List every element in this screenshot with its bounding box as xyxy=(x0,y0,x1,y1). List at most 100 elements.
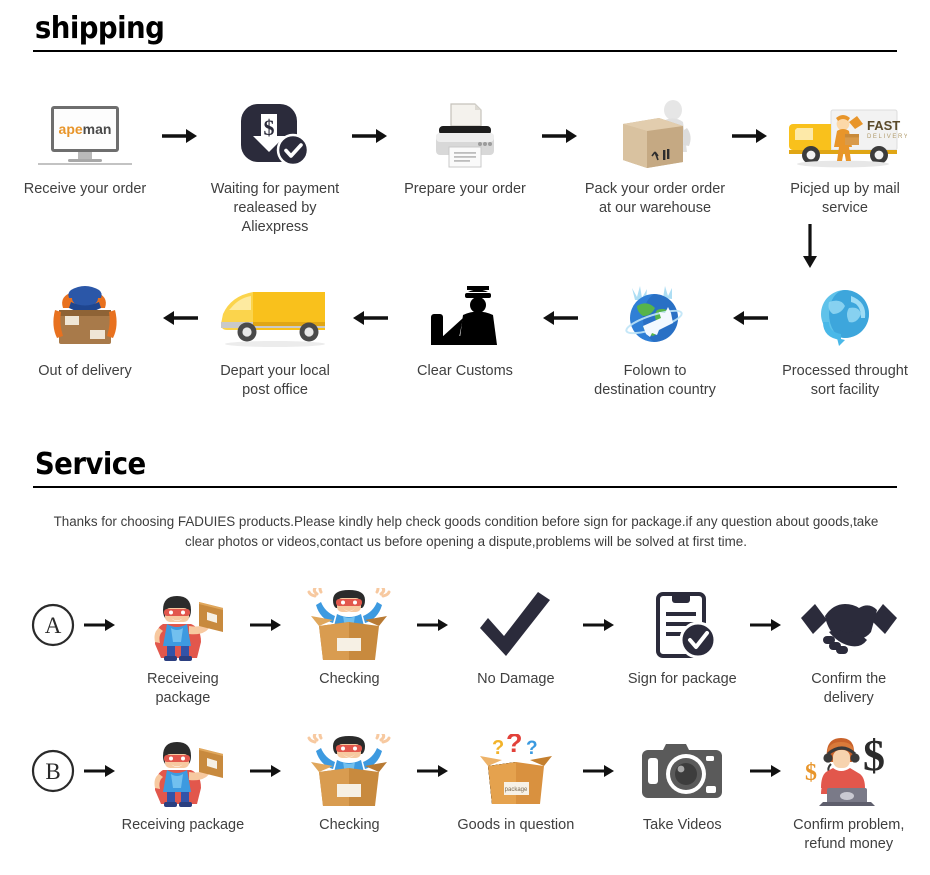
service-paragraph: Thanks for choosing FADUIES products.Ple… xyxy=(53,514,879,550)
svg-text:?: ? xyxy=(492,737,504,759)
marker-letter: B xyxy=(45,759,60,784)
arrow-right-icon xyxy=(246,588,286,662)
shipping-step-flown-destination: Folown to destination country xyxy=(582,282,728,400)
arrow-right-icon xyxy=(579,734,619,808)
courier-carrying-box-icon xyxy=(41,282,129,354)
svg-text:$: $ xyxy=(264,115,275,140)
arrow-right-icon xyxy=(348,100,392,172)
step-label: Picjed up by mail service xyxy=(790,181,900,217)
infographic-page: shipping apeman Receive your order $ Wai… xyxy=(0,0,930,875)
shipping-step-sort-facility: Processed throught sort facility xyxy=(772,282,918,400)
service-b-step-confirm-refund: $ $ Confirm problem, refund money xyxy=(786,734,912,854)
arrow-left-icon xyxy=(538,282,582,354)
shipping-step-depart-post-office: Depart your local post office xyxy=(202,282,348,400)
step-label: Receiving package xyxy=(121,817,245,833)
arrow-right-icon xyxy=(80,734,120,808)
service-a-step-sign-for-package: Sign for package xyxy=(619,588,745,689)
shipping-step-out-for-delivery: Out of delivery xyxy=(12,282,158,381)
svg-text:?: ? xyxy=(506,734,523,758)
support-agent-refund-icon: $ $ xyxy=(799,734,899,808)
service-section-header: Service xyxy=(33,450,897,488)
step-label: Out of delivery xyxy=(38,363,132,379)
svg-text:$: $ xyxy=(863,734,885,780)
shipping-step-prepare-order: Prepare your order xyxy=(392,100,538,199)
hero-holding-box-icon xyxy=(137,734,229,808)
shipping-section-header: shipping xyxy=(33,14,897,52)
arrow-right-icon xyxy=(746,588,786,662)
box-label-text: package xyxy=(504,787,527,793)
arrow-right-icon xyxy=(413,588,453,662)
shipping-heading: shipping xyxy=(34,11,165,46)
svg-text:?: ? xyxy=(526,738,538,759)
step-label: Clear Customs xyxy=(417,363,513,379)
arrow-right-icon xyxy=(746,734,786,808)
service-b-step-receiving-package: Receiving package xyxy=(120,734,246,835)
step-label: Depart your local post office xyxy=(220,363,330,399)
printer-icon xyxy=(423,100,507,172)
arrow-right-icon xyxy=(538,100,582,172)
service-heading: Service xyxy=(34,447,146,482)
arrow-right-icon xyxy=(158,100,202,172)
step-label: Checking xyxy=(319,671,380,687)
delivery-van-icon xyxy=(213,282,337,354)
step-label: Processed throught sort facility xyxy=(782,363,908,399)
hero-holding-box-icon xyxy=(137,588,229,662)
step-label: Take Videos xyxy=(642,817,722,833)
step-label: Receive your order xyxy=(23,181,147,197)
marker-letter: A xyxy=(45,613,62,638)
handshake-icon xyxy=(797,588,901,662)
service-a-step-checking: Checking xyxy=(286,588,412,689)
checkmark-icon xyxy=(474,588,558,662)
service-row-a-marker: A xyxy=(26,588,80,662)
service-b-step-goods-in-question: ? ? ? package Goods in question xyxy=(453,734,579,835)
shipping-flow-row-2: Out of delivery Depart your local post o… xyxy=(12,282,918,400)
globe-airplane-icon xyxy=(613,282,697,354)
arrow-right-icon xyxy=(728,100,772,172)
step-label: Folown to destination country xyxy=(594,363,716,399)
shipping-step-waiting-payment: $ Waiting for payment realeased by Aliex… xyxy=(202,100,348,237)
step-label: Confirm problem, refund money xyxy=(793,817,905,853)
svg-text:apeman: apeman xyxy=(59,121,112,137)
arrow-right-icon xyxy=(246,734,286,808)
svg-text:DELIVERY: DELIVERY xyxy=(867,134,907,140)
arrow-right-icon xyxy=(413,734,453,808)
arrow-left-icon xyxy=(728,282,772,354)
service-flow-row-a: A Receiveing package Checking No Damage … xyxy=(26,588,912,708)
customs-officer-icon xyxy=(423,282,507,354)
shipping-step-pack-order: Pack your order order at our warehouse xyxy=(582,100,728,218)
step-label: No Damage xyxy=(477,671,555,687)
service-b-step-checking: Checking xyxy=(286,734,412,835)
step-label: Checking xyxy=(319,817,380,833)
camera-icon xyxy=(636,734,728,808)
step-label: Sign for package xyxy=(627,671,737,687)
step-label: Prepare your order xyxy=(404,181,526,197)
service-b-step-take-videos: Take Videos xyxy=(619,734,745,835)
service-a-step-confirm-delivery: Confirm the delivery xyxy=(786,588,912,708)
monitor-apeman-icon: apeman xyxy=(30,100,140,172)
clipboard-check-icon xyxy=(642,588,722,662)
truck-brand-text: FAST xyxy=(867,118,900,133)
fast-delivery-truck-icon: FAST DELIVERY xyxy=(783,100,907,172)
hero-in-open-box-icon xyxy=(307,734,391,808)
arrow-left-icon xyxy=(348,282,392,354)
payment-released-icon: $ xyxy=(233,100,317,172)
shipping-flow-row-1: apeman Receive your order $ Waiting for … xyxy=(12,100,918,237)
svg-text:$: $ xyxy=(805,760,817,786)
circled-letter-b-icon: B xyxy=(29,734,77,808)
arrow-down-icon xyxy=(800,222,820,270)
box-question-marks-icon: ? ? ? package xyxy=(474,734,558,808)
service-a-step-receiving-package: Receiveing package xyxy=(120,588,246,708)
service-a-step-no-damage: No Damage xyxy=(453,588,579,689)
shipping-divider xyxy=(33,50,897,52)
service-flow-row-b: B Receiving package Checking ? ? ? packa… xyxy=(26,734,912,854)
shipping-step-clear-customs: Clear Customs xyxy=(392,282,538,381)
step-label: Goods in question xyxy=(457,817,575,833)
circled-letter-a-icon: A xyxy=(29,588,77,662)
step-label: Waiting for payment realeased by Aliexpr… xyxy=(210,181,340,236)
arrow-right-icon xyxy=(579,588,619,662)
step-label: Pack your order order at our warehouse xyxy=(584,181,726,217)
globe-sorting-icon xyxy=(803,282,887,354)
step-label: Receiveing package xyxy=(147,671,219,707)
service-row-b-marker: B xyxy=(26,734,80,808)
shipping-step-receive-order: apeman Receive your order xyxy=(12,100,158,199)
